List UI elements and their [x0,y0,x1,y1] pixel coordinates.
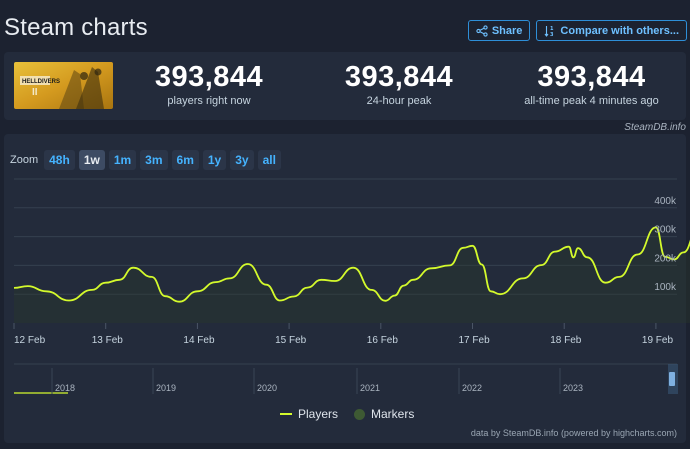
navigator-tick-label: 2021 [360,383,380,393]
legend-players[interactable]: Players [280,407,338,421]
legend-players-swatch [280,413,292,415]
chart-legend: Players Markers [280,407,414,421]
chart-area [14,227,690,323]
legend-markers[interactable]: Markers [354,407,414,421]
x-tick-label: 13 Feb [92,335,124,346]
navigator-tick-label: 2019 [156,383,176,393]
data-credit[interactable]: data by SteamDB.info (powered by highcha… [471,428,677,438]
y-tick-label: 100k [654,282,677,293]
x-tick-label: 15 Feb [275,335,307,346]
legend-markers-swatch [354,408,366,420]
navigator-tick-label: 2018 [55,383,75,393]
players-chart[interactable]: 100k 200k 300k 400k 12 Feb 13 Feb 14 Feb 15 Fe… [0,0,690,449]
y-tick-label: 200k [654,253,677,264]
series-area-fill [14,227,690,323]
navigator-tick-label: 2022 [462,383,482,393]
y-tick-label: 300k [654,225,677,236]
x-axis-ticks: 12 Feb 13 Feb 14 Feb 15 Feb 16 Feb 17 Feb 18 F… [13,323,674,346]
x-tick-label: 14 Feb [183,335,215,346]
navigator-tick-label: 2023 [563,383,583,393]
legend-markers-label: Markers [371,407,415,421]
legend-players-label: Players [298,407,339,421]
navigator-handle[interactable] [669,372,675,386]
x-tick-label: 18 Feb [550,335,582,346]
range-navigator[interactable]: 2018 2019 2020 2021 2022 2023 [14,363,678,394]
x-tick-label: 16 Feb [367,335,399,346]
x-tick-label: 17 Feb [459,335,491,346]
x-tick-label: 12 Feb [14,335,46,346]
y-tick-label: 400k [654,196,677,207]
navigator-tick-label: 2020 [257,383,277,393]
x-tick-label: 19 Feb [642,335,674,346]
